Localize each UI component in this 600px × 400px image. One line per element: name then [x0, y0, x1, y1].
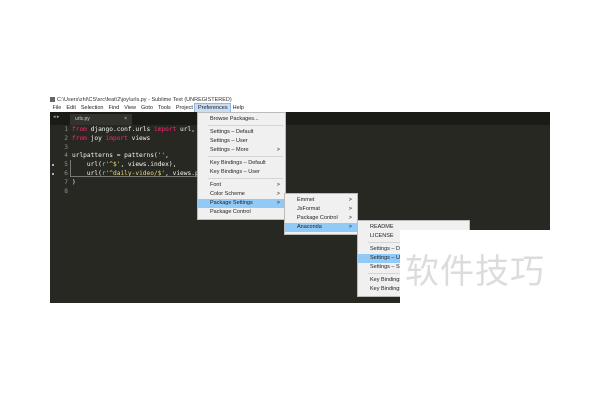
- code-token: views: [131, 134, 151, 142]
- menu-item-key-bindings-default[interactable]: Key Bindings – Default: [198, 159, 285, 168]
- menu-tools[interactable]: Tools: [155, 104, 173, 112]
- code-line: from django.conf.urls import url,: [72, 126, 199, 135]
- menu-item-settings-default[interactable]: Settings – Default: [198, 128, 285, 137]
- chevron-right-icon: >: [276, 200, 280, 206]
- menu-item-label: Package Control: [297, 215, 338, 221]
- menu-file[interactable]: File: [50, 104, 64, 112]
- menu-item-label: Key Bindings – User: [210, 169, 260, 175]
- line-number: 4: [64, 152, 68, 160]
- line-number: 3: [64, 143, 68, 151]
- tab-urls-py[interactable]: urls.py ×: [70, 114, 132, 125]
- line-number: 7: [64, 178, 68, 186]
- menu-item-label: Font: [210, 182, 222, 188]
- code-token: import: [153, 126, 177, 133]
- modified-line-marker: [52, 173, 54, 175]
- menu-item-color-scheme[interactable]: Color Scheme >: [198, 190, 285, 199]
- code-token: url,: [180, 126, 195, 133]
- package-settings-submenu: Emmet > JsFormat > Package Control > Anaconda >: [284, 193, 358, 235]
- chevron-right-icon: >: [276, 182, 280, 188]
- menu-find[interactable]: Find: [106, 104, 122, 112]
- close-icon[interactable]: ×: [124, 114, 127, 125]
- menu-item-key-bindings-user[interactable]: Key Bindings – User: [198, 168, 285, 177]
- code-token: ): [72, 178, 76, 186]
- menu-item-label: Settings – User: [210, 138, 248, 144]
- menu-item-label: Browse Packages...: [210, 116, 259, 122]
- title-bar: C:\Users\zhl\CS\src\feat\2\joy\urls.py -…: [50, 95, 550, 104]
- watermark-text: 软件技巧: [405, 252, 545, 292]
- code-token: from: [72, 134, 87, 142]
- tab-nav-arrows[interactable]: ◂ ▸: [53, 114, 59, 120]
- menu-separator: [208, 156, 283, 157]
- line-number: 2: [64, 134, 68, 142]
- menu-goto[interactable]: Goto: [139, 104, 156, 112]
- tab-label: urls.py: [75, 116, 90, 122]
- code-token: import: [105, 134, 128, 142]
- chevron-right-icon: >: [348, 206, 352, 212]
- code-token: from: [72, 126, 87, 133]
- menu-item-font[interactable]: Font >: [198, 181, 285, 190]
- chevron-right-icon: >: [276, 147, 280, 153]
- menu-item-label: Color Scheme: [210, 191, 245, 197]
- chevron-right-icon: >: [348, 224, 352, 230]
- chevron-right-icon: >: [348, 197, 352, 203]
- line-number: 1: [64, 126, 68, 133]
- menu-separator: [208, 178, 283, 179]
- menu-item-settings-user[interactable]: Settings – User: [198, 137, 285, 146]
- code-token: django.conf.urls: [90, 126, 154, 133]
- chevron-right-icon: >: [276, 191, 280, 197]
- menu-help[interactable]: Help: [230, 104, 246, 112]
- menu-item-browse-packages-[interactable]: Browse Packages...: [198, 115, 285, 124]
- menu-item-label: README: [370, 224, 394, 230]
- menu-item-anaconda[interactable]: Anaconda >: [285, 223, 357, 232]
- menu-selection[interactable]: Selection: [78, 104, 106, 112]
- menu-item-label: Package Control: [210, 209, 251, 215]
- menu-item-label: LICENSE: [370, 233, 394, 239]
- code-token: urlpatterns = patterns(: [72, 152, 158, 160]
- menu-item-label: Emmet: [297, 197, 315, 203]
- modified-line-marker: [52, 164, 54, 166]
- menu-item-label: JsFormat: [297, 206, 320, 212]
- window-title: C:\Users\zhl\CS\src\feat\2\joy\urls.py -…: [57, 96, 232, 103]
- menu-item-settings-more[interactable]: Settings – More >: [198, 146, 285, 155]
- menu-item-emmet[interactable]: Emmet >: [285, 196, 357, 205]
- menu-bar: File Edit Selection Find View Goto Tools Projec…: [50, 103, 550, 113]
- sublime-app-icon: [50, 97, 55, 102]
- menu-item-label: Key Bindings – Default: [210, 160, 266, 166]
- chevron-right-icon: >: [348, 215, 352, 221]
- menu-item-label: Package Settings: [210, 200, 253, 206]
- menu-view[interactable]: View: [122, 104, 139, 112]
- menu-item-label: Settings – More: [210, 147, 249, 153]
- menu-item-package-settings[interactable]: Package Settings >: [198, 199, 285, 208]
- menu-item-label: Settings – Default: [210, 129, 254, 135]
- menu-edit[interactable]: Edit: [64, 104, 78, 112]
- code-token: joy: [90, 134, 106, 142]
- menu-separator: [208, 125, 283, 126]
- menu-item-package-control[interactable]: Package Control >: [285, 214, 357, 223]
- menu-item-jsformat[interactable]: JsFormat >: [285, 205, 357, 214]
- menu-item-package-control[interactable]: Package Control: [198, 208, 285, 217]
- menu-preferences[interactable]: Preferences: [194, 103, 232, 113]
- code-line: from joy import views: [72, 135, 199, 144]
- menu-item-label: Anaconda: [297, 224, 322, 230]
- code-token: ,: [165, 152, 169, 160]
- line-number-gutter: 12345678: [50, 126, 68, 196]
- menu-project[interactable]: Project: [173, 104, 195, 112]
- code-line: ): [72, 179, 199, 188]
- preferences-menu: Browse Packages... Settings – Default Sett…: [197, 112, 286, 220]
- line-number: 8: [64, 187, 68, 195]
- editor-area-lower[interactable]: [50, 230, 400, 303]
- selection-outline: [70, 160, 205, 177]
